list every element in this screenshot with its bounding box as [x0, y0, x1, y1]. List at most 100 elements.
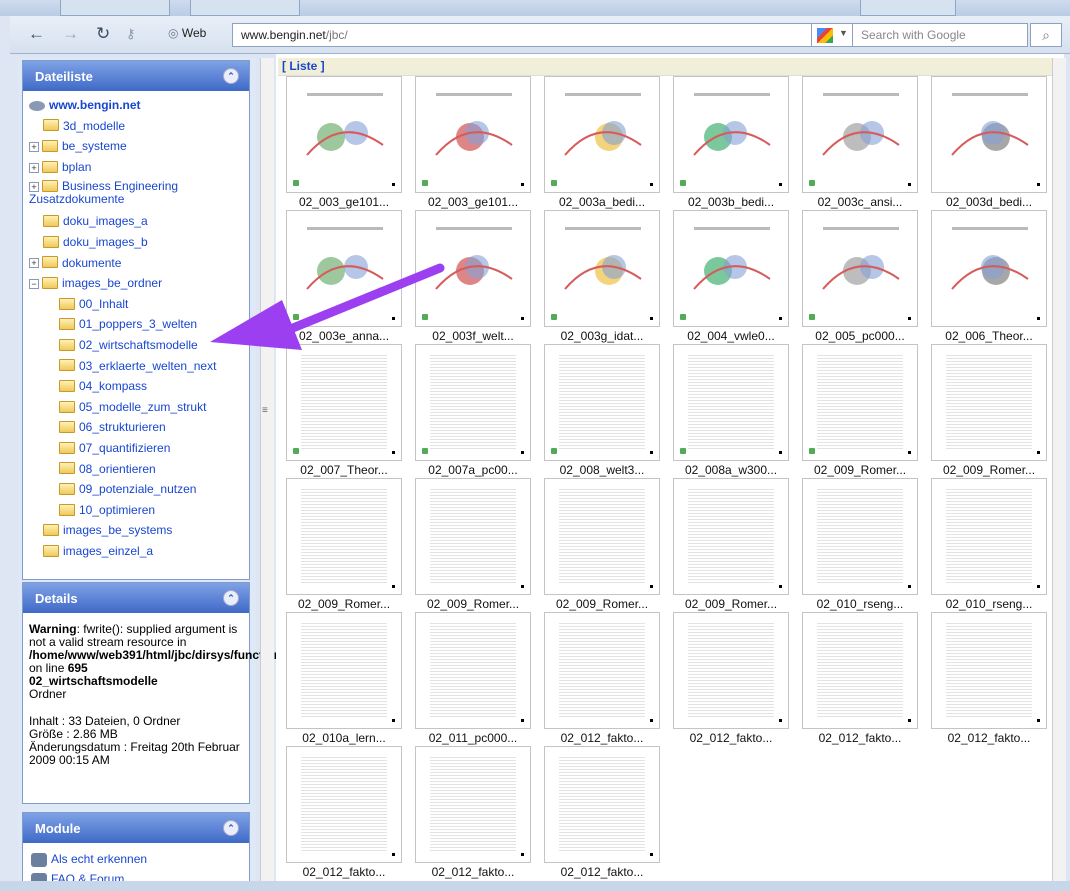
file-name-label[interactable]: 02_003_ge101...: [281, 195, 407, 209]
file-name-label[interactable]: 02_003b_bedi...: [668, 195, 794, 209]
expand-icon[interactable]: +: [29, 162, 39, 173]
file-name-label[interactable]: 02_010a_lern...: [281, 731, 407, 745]
file-thumbnail[interactable]: [544, 746, 660, 863]
module-item[interactable]: Als echt erkennen: [31, 849, 241, 869]
file-thumbnail[interactable]: [415, 746, 531, 863]
tree-folder[interactable]: doku_images_a: [29, 211, 243, 232]
file-name-label[interactable]: 02_007a_pc00...: [410, 463, 536, 477]
file-thumbnail[interactable]: [544, 612, 660, 729]
tree-folder[interactable]: 03_erklaerte_welten_next: [29, 356, 243, 377]
file-name-label[interactable]: 02_009_Romer...: [539, 597, 665, 611]
file-name-label[interactable]: 02_009_Romer...: [668, 597, 794, 611]
file-thumbnail[interactable]: [544, 478, 660, 595]
file-name-label[interactable]: 02_012_fakto...: [926, 731, 1052, 745]
tree-folder[interactable]: + dokumente: [29, 253, 243, 274]
tree-folder[interactable]: 07_quantifizieren: [29, 438, 243, 459]
forward-icon[interactable]: →: [62, 25, 79, 43]
tree-folder[interactable]: + be_systeme: [29, 136, 243, 157]
collapse-icon[interactable]: ⌃: [223, 820, 239, 836]
splitter-handle[interactable]: ≡: [262, 405, 268, 416]
tree-folder[interactable]: images_be_systems: [29, 520, 243, 541]
file-name-label[interactable]: 02_009_Romer...: [410, 597, 536, 611]
tree-folder[interactable]: + bplan: [29, 157, 243, 178]
content-scrollbar[interactable]: [1052, 58, 1066, 883]
file-thumbnail[interactable]: [286, 478, 402, 595]
expand-icon[interactable]: +: [29, 142, 39, 153]
file-thumbnail[interactable]: [286, 612, 402, 729]
file-name-label[interactable]: 02_003e_anna...: [281, 329, 407, 343]
file-thumbnail[interactable]: [286, 746, 402, 863]
search-engine-button[interactable]: ▼: [811, 23, 853, 47]
file-name-label[interactable]: 02_012_fakto...: [539, 865, 665, 879]
file-thumbnail[interactable]: [415, 210, 531, 327]
file-thumbnail[interactable]: [415, 478, 531, 595]
tree-folder[interactable]: − images_be_ordner: [29, 273, 243, 294]
tree-folder[interactable]: 10_optimieren: [29, 500, 243, 521]
reload-icon[interactable]: ↻: [96, 25, 110, 43]
file-name-label[interactable]: 02_009_Romer...: [926, 463, 1052, 477]
tree-folder[interactable]: + Business Engineering Zusatzdokumente: [29, 177, 243, 211]
file-name-label[interactable]: 02_003f_welt...: [410, 329, 536, 343]
file-thumbnail[interactable]: [802, 478, 918, 595]
file-thumbnail[interactable]: [673, 76, 789, 193]
file-thumbnail[interactable]: [673, 478, 789, 595]
file-thumbnail[interactable]: [415, 344, 531, 461]
file-thumbnail[interactable]: [802, 612, 918, 729]
file-thumbnail[interactable]: [931, 612, 1047, 729]
file-thumbnail[interactable]: [286, 210, 402, 327]
file-thumbnail[interactable]: [544, 76, 660, 193]
file-thumbnail[interactable]: [931, 478, 1047, 595]
file-name-label[interactable]: 02_012_fakto...: [668, 731, 794, 745]
back-icon[interactable]: ←: [28, 25, 45, 43]
file-name-label[interactable]: 02_009_Romer...: [281, 597, 407, 611]
file-thumbnail[interactable]: [286, 344, 402, 461]
file-thumbnail[interactable]: [802, 344, 918, 461]
file-name-label[interactable]: 02_003a_bedi...: [539, 195, 665, 209]
file-name-label[interactable]: 02_011_pc000...: [410, 731, 536, 745]
file-thumbnail[interactable]: [544, 344, 660, 461]
file-name-label[interactable]: 02_006_Theor...: [926, 329, 1052, 343]
file-name-label[interactable]: 02_007_Theor...: [281, 463, 407, 477]
file-thumbnail[interactable]: [931, 76, 1047, 193]
site-info-button[interactable]: ◎ Web: [168, 26, 206, 40]
search-input[interactable]: Search with Google: [852, 23, 1028, 47]
file-thumbnail[interactable]: [286, 76, 402, 193]
file-name-label[interactable]: 02_010_rseng...: [797, 597, 923, 611]
tree-folder[interactable]: 06_strukturieren: [29, 417, 243, 438]
tree-folder[interactable]: doku_images_b: [29, 232, 243, 253]
browser-tab[interactable]: [860, 0, 956, 16]
file-thumbnail[interactable]: [673, 612, 789, 729]
tree-folder[interactable]: 00_Inhalt: [29, 294, 243, 315]
tree-folder[interactable]: images_einzel_a: [29, 541, 243, 562]
file-name-label[interactable]: 02_003c_ansi...: [797, 195, 923, 209]
file-thumbnail[interactable]: [415, 76, 531, 193]
file-thumbnail[interactable]: [931, 344, 1047, 461]
tree-folder[interactable]: 01_poppers_3_welten: [29, 314, 243, 335]
file-name-label[interactable]: 02_010_rseng...: [926, 597, 1052, 611]
file-name-label[interactable]: 02_003d_bedi...: [926, 195, 1052, 209]
tree-folder[interactable]: 3d_modelle: [29, 116, 243, 137]
file-thumbnail[interactable]: [802, 76, 918, 193]
url-bar[interactable]: www.bengin.net/jbc/: [232, 23, 812, 47]
browser-tab[interactable]: [190, 0, 300, 16]
file-thumbnail[interactable]: [673, 210, 789, 327]
tree-folder[interactable]: 08_orientieren: [29, 459, 243, 480]
file-name-label[interactable]: 02_012_fakto...: [797, 731, 923, 745]
file-name-label[interactable]: 02_012_fakto...: [410, 865, 536, 879]
file-name-label[interactable]: 02_004_vwle0...: [668, 329, 794, 343]
key-icon[interactable]: ⚷: [126, 25, 136, 43]
tree-folder[interactable]: 02_wirtschaftsmodelle: [29, 335, 243, 356]
search-icon[interactable]: ⌕: [1030, 23, 1062, 47]
expand-icon[interactable]: +: [29, 182, 39, 193]
file-name-label[interactable]: 02_003_ge101...: [410, 195, 536, 209]
tree-folder[interactable]: 09_potenziale_nutzen: [29, 479, 243, 500]
file-thumbnail[interactable]: [544, 210, 660, 327]
sidebar-scrollbar[interactable]: [260, 58, 274, 881]
file-name-label[interactable]: 02_008_welt3...: [539, 463, 665, 477]
file-name-label[interactable]: 02_005_pc000...: [797, 329, 923, 343]
file-thumbnail[interactable]: [931, 210, 1047, 327]
file-thumbnail[interactable]: [673, 344, 789, 461]
file-name-label[interactable]: 02_008a_w300...: [668, 463, 794, 477]
file-name-label[interactable]: 02_009_Romer...: [797, 463, 923, 477]
tree-folder[interactable]: 05_modelle_zum_strukt: [29, 397, 243, 418]
